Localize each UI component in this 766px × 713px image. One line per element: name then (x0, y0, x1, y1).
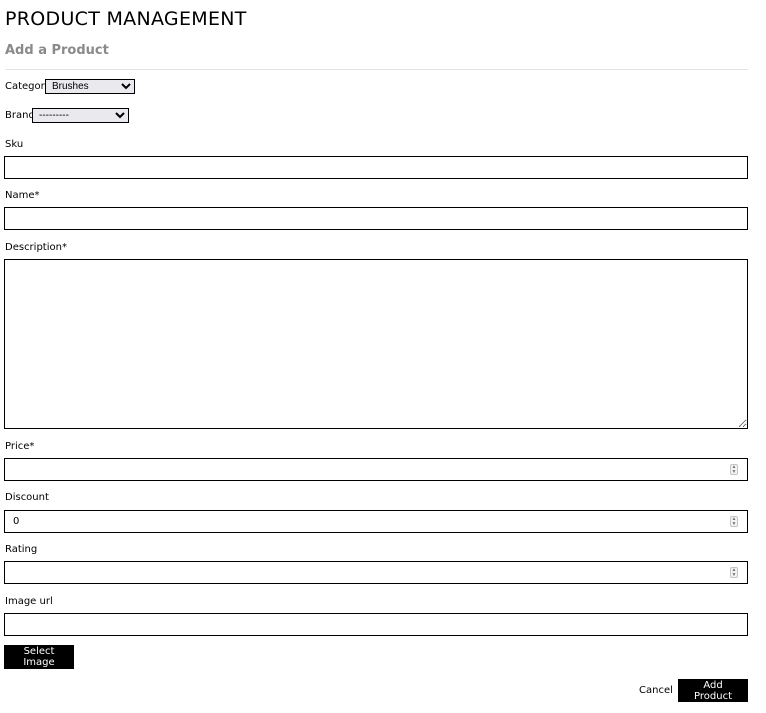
page-subtitle: Add a Product (5, 43, 109, 58)
brand-select[interactable]: --------- (32, 108, 129, 123)
category-select[interactable]: Brushes (45, 79, 135, 94)
rating-input[interactable] (5, 562, 705, 583)
category-label: Category (5, 81, 51, 92)
sku-input[interactable] (4, 156, 748, 179)
price-field: ▲ ▼ (4, 458, 748, 481)
description-label: Description* (5, 242, 67, 253)
sku-label: Sku (5, 139, 24, 150)
divider (5, 69, 748, 70)
rating-label: Rating (5, 544, 38, 555)
discount-input[interactable] (5, 511, 705, 532)
rating-spinner[interactable]: ▲ ▼ (730, 567, 738, 578)
select-image-button[interactable]: Select Image (4, 645, 74, 669)
add-product-button[interactable]: Add Product (678, 679, 748, 702)
cancel-link[interactable]: Cancel (639, 685, 673, 696)
discount-spinner[interactable]: ▲ ▼ (730, 516, 738, 527)
price-spinner[interactable]: ▲ ▼ (730, 464, 738, 475)
name-label: Name* (5, 190, 40, 201)
image-url-input[interactable] (4, 613, 748, 636)
brand-label: Brand (5, 110, 35, 121)
price-label: Price* (5, 441, 35, 452)
discount-label: Discount (5, 492, 49, 503)
discount-field: ▲▼ (4, 510, 748, 533)
image-url-label: Image url (5, 596, 53, 607)
page-title: PRODUCT MANAGEMENT (5, 8, 247, 30)
rating-field: ▲ ▼ (4, 561, 748, 584)
description-textarea[interactable] (4, 259, 748, 429)
name-input[interactable] (4, 207, 748, 230)
price-input[interactable] (5, 459, 705, 480)
